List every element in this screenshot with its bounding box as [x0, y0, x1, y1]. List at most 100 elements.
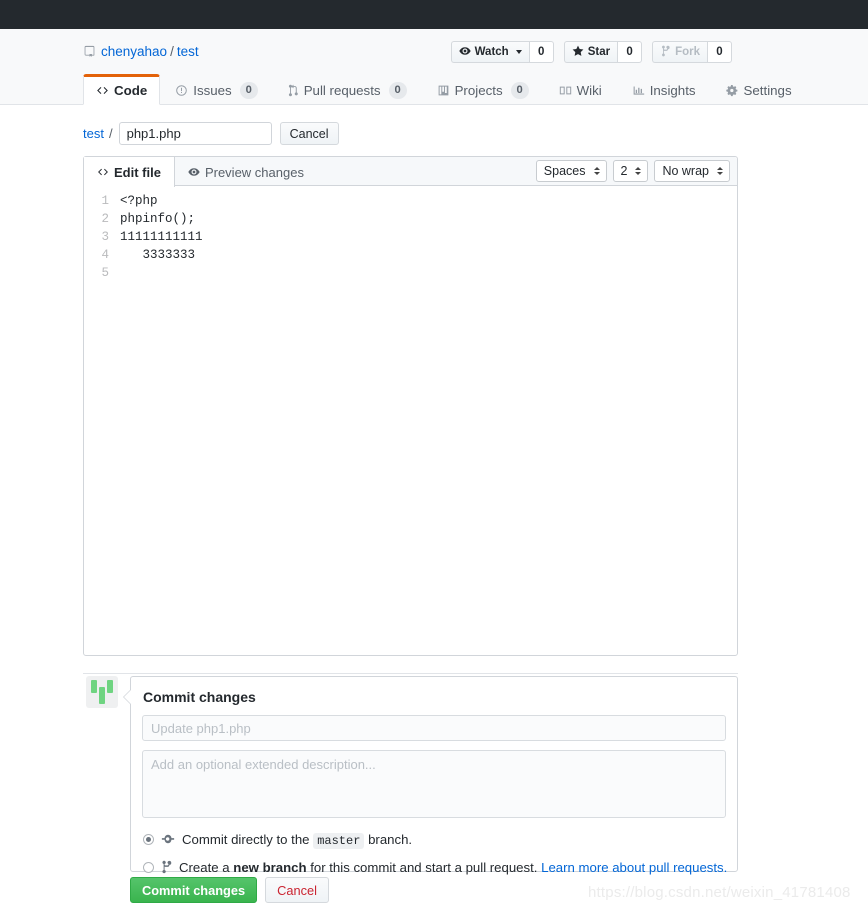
nav-tab-pull-requests-label: Pull requests [303, 82, 381, 98]
code-icon [96, 84, 109, 97]
git-branch-icon [161, 860, 172, 874]
pulse-graph-avatar [86, 676, 118, 708]
page-root: chenyahao / test Watch 0 Star 0 Fork 0 C… [0, 0, 868, 907]
wrap-mode-select[interactable]: No wrap [654, 160, 730, 182]
book-icon [559, 84, 572, 97]
select-arrows-icon [593, 167, 600, 175]
new-branch-text-after: for this commit and start a pull request… [310, 860, 538, 875]
nav-tab-projects-count: 0 [510, 81, 529, 99]
cancel-commit-button[interactable]: Cancel [265, 877, 329, 903]
commit-direct-text-before: Commit directly to the [182, 832, 310, 847]
watch-button[interactable]: Watch [450, 41, 529, 63]
code-line: 3 11111111111 [84, 228, 737, 246]
line-text: 3333333 [120, 248, 196, 262]
repo-name-link[interactable]: test [177, 44, 199, 59]
new-branch-bold: new branch [233, 860, 307, 875]
global-header-bar [0, 0, 868, 29]
breadcrumb-separator: / [108, 126, 113, 141]
pr-icon [288, 84, 299, 97]
star-label: Star [587, 46, 611, 58]
repo-owner-link[interactable]: chenyahao [101, 44, 167, 59]
radio-commit-direct[interactable] [143, 834, 154, 845]
nav-tab-insights[interactable]: Insights [617, 75, 711, 104]
nav-tab-code-label: Code [114, 83, 148, 98]
repo-separator: / [170, 44, 174, 59]
line-number: 5 [101, 266, 109, 280]
eye-icon [188, 166, 200, 178]
nav-tab-wiki-label: Wiki [576, 82, 602, 98]
nav-tab-pull-requests-count: 0 [388, 81, 407, 99]
nav-tab-wiki[interactable]: Wiki [544, 75, 617, 104]
line-text: phpinfo(); [120, 212, 196, 226]
nav-tab-issues-label: Issues [193, 82, 232, 98]
nav-tab-projects[interactable]: Projects 0 [422, 75, 544, 104]
commit-changes-button[interactable]: Commit changes [130, 877, 258, 903]
tab-edit-file[interactable]: Edit file [84, 157, 175, 187]
star-count[interactable]: 0 [617, 41, 643, 63]
commit-panel-title: Commit changes [143, 689, 256, 705]
branch-name-badge: master [313, 833, 365, 849]
git-commit-icon [161, 832, 175, 846]
fork-icon [660, 45, 671, 60]
indent-mode-value: Spaces [543, 164, 586, 178]
line-number: 2 [101, 212, 109, 226]
line-number: 3 [101, 230, 109, 244]
commit-option-direct[interactable]: Commit directly to the master branch. [143, 831, 737, 850]
commit-actions: Commit changes Cancel [130, 877, 329, 903]
code-line: 4 3333333 [84, 246, 737, 264]
pull-requests-help-link[interactable]: Learn more about pull requests. [541, 860, 727, 875]
radio-create-new-branch[interactable] [143, 862, 154, 873]
filename-input[interactable] [118, 122, 272, 145]
code-icon [97, 166, 109, 178]
select-arrows-icon [635, 167, 642, 175]
watch-button-group: Watch 0 [450, 41, 554, 63]
project-icon [437, 84, 450, 97]
watch-label: Watch [474, 46, 509, 58]
nav-tab-pull-requests[interactable]: Pull requests 0 [273, 75, 422, 104]
chevron-down-icon [515, 50, 522, 54]
indent-size-select[interactable]: 2 [612, 160, 649, 182]
nav-tab-projects-label: Projects [454, 82, 503, 98]
watermark-text: https://blog.csdn.net/weixin_41781408 [588, 884, 851, 901]
code-line: 1 <?php [84, 192, 737, 210]
indent-mode-select[interactable]: Spaces [535, 160, 607, 182]
editor-settings: Spaces 2 No wrap [535, 160, 730, 182]
wrap-mode-value: No wrap [662, 164, 709, 178]
watch-count[interactable]: 0 [528, 41, 554, 63]
nav-tab-issues[interactable]: Issues 0 [160, 75, 272, 104]
commit-direct-text-after: branch. [368, 832, 413, 847]
file-path-row: test / Cancel [83, 122, 339, 145]
nav-tab-code[interactable]: Code [83, 74, 161, 105]
star-icon [572, 45, 584, 60]
fork-button-group: Fork 0 [652, 41, 732, 63]
line-number: 1 [101, 194, 109, 208]
breadcrumb-repo-link[interactable]: test [83, 126, 104, 141]
commit-description-textarea[interactable] [142, 750, 726, 818]
commit-message-input[interactable] [142, 715, 726, 741]
line-number: 4 [101, 248, 109, 262]
star-button-group: Star 0 [563, 41, 643, 63]
editor-tabs: Edit file Preview changes [84, 157, 317, 187]
new-branch-text-before: Create a [179, 860, 230, 875]
commit-option-direct-text: Commit directly to the master branch. [182, 831, 412, 850]
commit-option-new-branch[interactable]: Create a new branch for this commit and … [143, 859, 737, 876]
cancel-filename-button[interactable]: Cancel [279, 122, 339, 145]
file-editor: Edit file Preview changes Spaces 2 No wr… [83, 156, 738, 656]
nav-tab-insights-label: Insights [649, 82, 696, 98]
fork-count[interactable]: 0 [707, 41, 732, 63]
repository-header: chenyahao / test Watch 0 Star 0 Fork 0 C… [0, 29, 868, 105]
gear-icon [725, 84, 739, 97]
indent-size-value: 2 [620, 164, 628, 178]
commit-changes-panel: Commit changes Commit directly to the ma… [123, 676, 738, 875]
code-editor-area[interactable]: 1 <?php 2 phpinfo(); 3 11111111111 4 333… [84, 186, 737, 282]
nav-tab-settings[interactable]: Settings [711, 75, 807, 104]
tab-preview-changes-label: Preview changes [204, 164, 304, 180]
issue-icon [175, 84, 188, 97]
fork-button[interactable]: Fork [652, 41, 707, 63]
code-line: 2 phpinfo(); [84, 210, 737, 228]
star-button[interactable]: Star [563, 41, 618, 63]
eye-icon [459, 45, 471, 60]
section-divider [83, 673, 738, 674]
tab-preview-changes[interactable]: Preview changes [175, 157, 317, 187]
repo-book-icon [83, 45, 96, 62]
